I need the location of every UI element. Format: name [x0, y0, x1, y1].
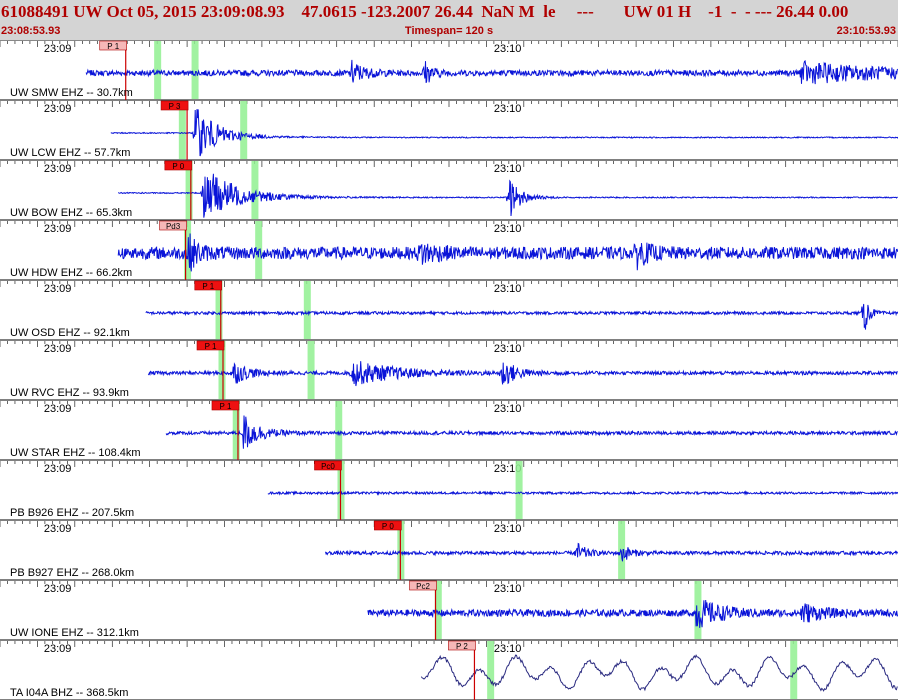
station-label: UW IONE EHZ -- 312.1km — [10, 627, 139, 639]
pick-label: P 1 — [205, 342, 217, 351]
minute-tick-label: 23:09 — [44, 583, 72, 595]
minute-tick-label: 23:09 — [44, 523, 72, 535]
minute-tick-label: 23:10 — [494, 343, 522, 355]
minute-tick-label: 23:10 — [494, 163, 522, 175]
trace-row: 23:09 23:10 P 0 UW BOW EHZ -- 65.3km — [0, 160, 898, 221]
station-label: UW RVC EHZ -- 93.9km — [10, 387, 129, 399]
trace-row: 23:09 23:10 P 1 UW OSD EHZ -- 92.1km — [0, 280, 898, 341]
station-label: PB B926 EHZ -- 207.5km — [10, 507, 134, 519]
station-label: UW STAR EHZ -- 108.4km — [10, 447, 141, 459]
minute-tick-label: 23:09 — [44, 223, 72, 235]
event-title: 61088491 UW Oct 05, 2015 23:09:08.93 47.… — [1, 2, 849, 21]
station-label: UW LCW EHZ -- 57.7km — [10, 147, 130, 159]
timespan-label: Timespan= 120 s — [404, 25, 494, 37]
window-marker — [303, 281, 311, 339]
window-marker — [191, 41, 199, 99]
minute-tick-label: 23:09 — [44, 43, 72, 55]
event-header: 61088491 UW Oct 05, 2015 23:09:08.93 47.… — [0, 0, 898, 41]
minute-tick-label: 23:10 — [494, 283, 522, 295]
trace-row: 23:09 23:10 P 2 TA I04A BHZ -- 368.5km — [0, 640, 898, 700]
minute-tick-label: 23:09 — [44, 643, 72, 655]
window-marker — [694, 581, 702, 639]
station-label: PB B927 EHZ -- 268.0km — [10, 567, 134, 579]
window-marker — [515, 461, 523, 519]
pick-label: Pc0 — [321, 462, 335, 471]
trace-panel[interactable]: 23:09 23:10P 1UW SMW EHZ -- 30.7km23:09 23… — [0, 40, 898, 700]
minute-tick-label: 23:09 — [44, 283, 72, 295]
waveform — [367, 599, 898, 628]
window-marker — [790, 641, 798, 699]
minute-tick-label: 23:09 — [44, 103, 72, 115]
window-marker — [335, 401, 343, 459]
window-marker — [251, 161, 259, 219]
pick-label: P 1 — [107, 42, 119, 51]
trace-row: 23:09 23:10 P 3 UW LCW EHZ -- 57.7km — [0, 100, 898, 161]
waveform — [117, 173, 898, 218]
minute-tick-label: 23:10 — [494, 403, 522, 415]
trace-row: 23:09 23:10 P 1 UW RVC EHZ -- 93.9km — [0, 340, 898, 401]
pick-label: P 0 — [172, 162, 184, 171]
trace-row: 23:09 23:10 P 0 PB B927 EHZ -- 268.0km — [0, 520, 898, 581]
trace-row: 23:09 23:10 P 1 UW STAR EHZ -- 108.4km — [0, 400, 898, 461]
minute-tick-label: 23:10 — [494, 643, 522, 655]
window-end-time: 23:10:53.93 — [836, 25, 896, 37]
trace-row: 23:09 23:10Pc0PB B926 EHZ -- 207.5km — [0, 460, 898, 521]
trace-row: 23:09 23:10 P 1 UW SMW EHZ -- 30.7km — [0, 40, 898, 101]
pick-label: P 1 — [220, 402, 232, 411]
trace-row: 23:09 23:10 Pd3 UW HDW EHZ -- 66.2km — [0, 220, 898, 281]
minute-tick-label: 23:10 — [494, 523, 522, 535]
seismogram-viewer: 61088491 UW Oct 05, 2015 23:09:08.93 47.… — [0, 0, 898, 700]
minute-tick-label: 23:09 — [44, 163, 72, 175]
station-label: UW BOW EHZ -- 65.3km — [10, 207, 132, 219]
waveform — [117, 233, 898, 272]
minute-tick-label: 23:10 — [494, 583, 522, 595]
waveform — [147, 361, 898, 387]
pick-label: Pc2 — [416, 582, 430, 591]
window-marker — [487, 641, 495, 699]
minute-tick-label: 23:09 — [44, 463, 72, 475]
minute-tick-label: 23:09 — [44, 343, 72, 355]
window-marker — [307, 341, 315, 399]
waveform — [325, 542, 898, 562]
trace-row: 23:09 23:10 Pc2 UW IONE EHZ -- 312.1km — [0, 580, 898, 641]
pick-label: Pd3 — [166, 222, 181, 231]
waveform — [110, 109, 898, 157]
station-label: UW SMW EHZ -- 30.7km — [10, 87, 133, 99]
station-label: UW HDW EHZ -- 66.2km — [10, 267, 132, 279]
waveform — [165, 415, 898, 449]
minute-tick-label: 23:10 — [494, 103, 522, 115]
minute-tick-label: 23:09 — [44, 403, 72, 415]
waveform — [145, 303, 898, 330]
minute-tick-label: 23:10 — [494, 43, 522, 55]
pick-label: P 1 — [202, 282, 214, 291]
minute-tick-label: 23:10 — [494, 223, 522, 235]
pick-label: P 0 — [382, 522, 394, 531]
waveform — [85, 59, 898, 85]
window-marker — [240, 101, 248, 159]
station-label: TA I04A BHZ -- 368.5km — [10, 687, 128, 699]
pick-label: P 3 — [169, 102, 181, 111]
station-label: UW OSD EHZ -- 92.1km — [10, 327, 130, 339]
waveform — [267, 490, 898, 496]
pick-label: P 2 — [456, 642, 468, 651]
